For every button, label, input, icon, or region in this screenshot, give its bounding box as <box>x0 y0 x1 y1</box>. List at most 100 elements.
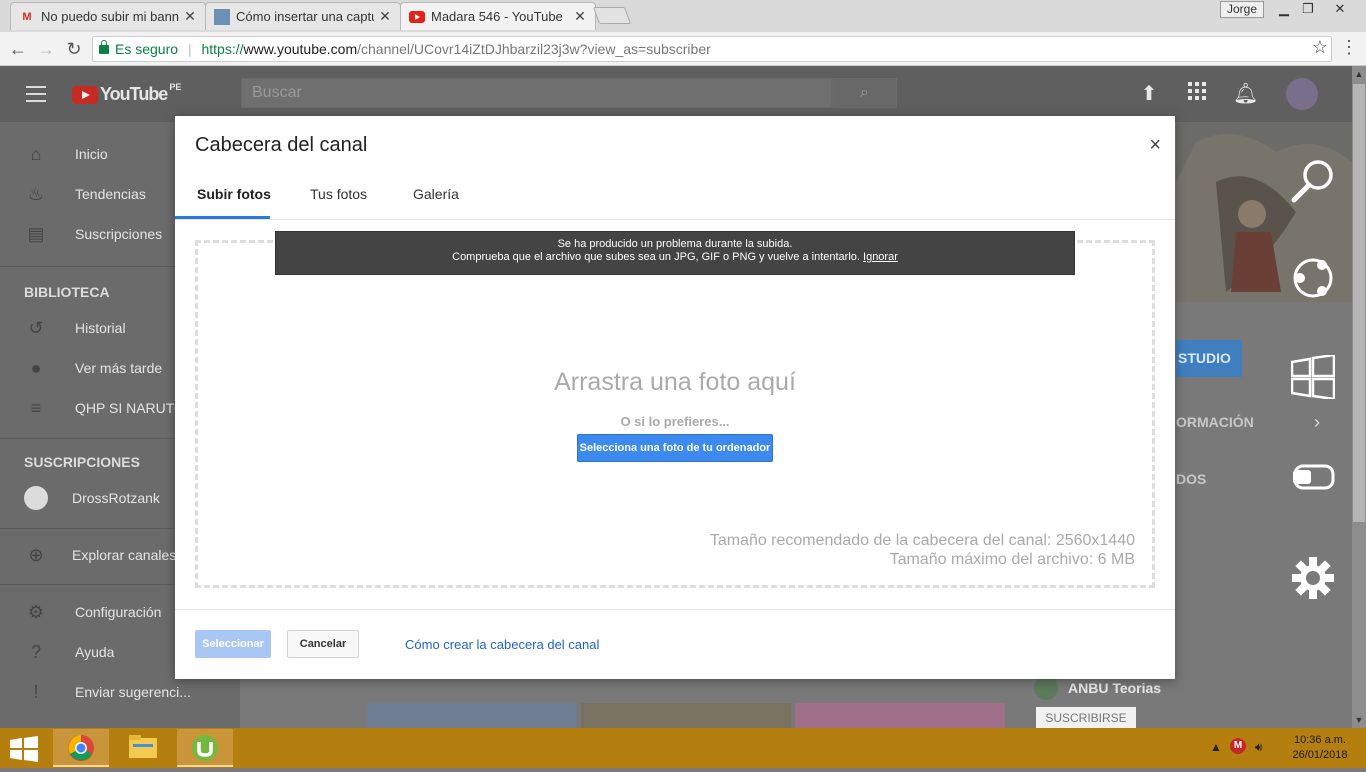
utorrent-taskbar-icon[interactable] <box>177 729 233 767</box>
sidebar-item-label: Configuración <box>75 604 162 620</box>
sidebar-item-label: Ayuda <box>75 644 115 660</box>
bell-icon[interactable]: 🔔︎ <box>1233 82 1258 106</box>
bookmark-star-icon[interactable]: ☆ <box>1312 37 1328 58</box>
windows-icon <box>1290 353 1336 404</box>
sidebar-item-label: Tendencias <box>75 186 146 202</box>
antivirus-tray-icon[interactable]: M <box>1230 738 1246 754</box>
search-button[interactable]: ⌕ <box>832 78 897 108</box>
youtube-logo[interactable]: YouTube PE <box>72 81 182 105</box>
subscriptions-icon: ▤ <box>27 223 45 244</box>
lock-icon <box>99 40 109 54</box>
video-thumbnail[interactable] <box>367 703 577 728</box>
browser-toolbar: ← → ↻ Es seguro | https://www.youtube.co… <box>0 32 1366 66</box>
sidebar-item-label: Historial <box>75 320 126 336</box>
close-window-icon[interactable]: ✕ <box>1326 0 1354 18</box>
tab-subir-fotos[interactable]: Subir fotos <box>197 186 271 202</box>
home-icon: ⌂ <box>30 143 42 164</box>
search-input[interactable]: Buscar <box>241 78 832 108</box>
share-icon <box>1290 255 1336 306</box>
sidebar-item-label: Suscripciones <box>75 226 163 242</box>
related-channel[interactable]: ANBU Teorias <box>1034 676 1161 700</box>
scroll-down-arrow-icon[interactable]: ▼ <box>1352 712 1366 728</box>
youtube-icon <box>409 9 425 25</box>
clock-time: 10:36 a.m. <box>1294 734 1346 746</box>
video-thumbnail[interactable] <box>795 703 1005 728</box>
tab-galeria[interactable]: Galería <box>413 186 459 202</box>
video-thumbnail[interactable] <box>581 703 791 728</box>
clock-icon: ● <box>30 357 42 378</box>
sidebar-section-suscripciones: SUSCRIPCIONES <box>24 454 140 470</box>
scrollbar-thumb[interactable] <box>1353 84 1365 522</box>
reload-icon[interactable]: ↻ <box>62 37 86 61</box>
or-text: O si lo prefieres... <box>620 414 730 429</box>
tab-title: Cómo insertar una captura <box>236 9 374 24</box>
creator-studio-button[interactable]: STUDIO <box>1176 340 1242 377</box>
close-icon[interactable]: ✕ <box>378 8 392 25</box>
volume-icon[interactable]: 🔊︎ <box>1255 740 1263 755</box>
secure-label: Es seguro <box>115 41 179 57</box>
flame-icon: ♨ <box>27 183 45 204</box>
tab-youtube[interactable]: Madara 546 - YouTube ✕ <box>400 2 596 30</box>
error-message-text: Comprueba que el archivo que subes sea u… <box>452 251 860 263</box>
forward-icon[interactable]: → <box>34 37 58 61</box>
youtube-play-icon <box>72 85 98 104</box>
cancel-button[interactable]: Cancelar <box>287 630 359 658</box>
restore-icon[interactable]: ❐ <box>1294 0 1322 18</box>
magnifier-icon <box>1290 158 1336 209</box>
tab-tus-fotos[interactable]: Tus fotos <box>310 186 367 202</box>
tab-captura[interactable]: Cómo insertar una captura ✕ <box>205 2 401 30</box>
error-message-detail: Comprueba que el archivo que subes sea u… <box>276 251 1074 264</box>
recommended-size-text: Tamaño recomendado de la cabecera del ca… <box>709 532 1135 549</box>
help-icon: ? <box>30 641 41 662</box>
search-icon: ⌕ <box>860 84 869 101</box>
address-bar[interactable]: Es seguro | https://www.youtube.com/chan… <box>92 36 1332 62</box>
sidebar-item-label: DrossRotzank <box>72 490 160 506</box>
how-to-create-channel-art-link[interactable]: Cómo crear la cabecera del canal <box>405 637 599 652</box>
tab-divider <box>175 219 1175 220</box>
settings-gear-icon <box>1290 555 1336 606</box>
feedback-icon: ! <box>33 681 39 702</box>
system-clock[interactable]: 10:36 a.m. 26/01/2018 <box>1282 733 1358 763</box>
upload-icon[interactable]: ⬆ <box>1137 82 1161 106</box>
back-icon[interactable]: ← <box>6 37 30 61</box>
sidebar-item-label: Ver más tarde <box>75 360 163 376</box>
country-code: PE <box>169 81 182 92</box>
info-link[interactable]: ORMACIÓN <box>1176 414 1254 430</box>
url-path: /channel/UCovr14iZtDJhbarzil23j3w?view_a… <box>357 41 711 57</box>
sidebar-section-biblioteca: BIBLIOTECA <box>24 284 110 300</box>
profile-button[interactable]: Jorge <box>1220 1 1265 18</box>
ignore-link[interactable]: Ignorar <box>863 251 898 263</box>
user-avatar[interactable] <box>1286 78 1318 110</box>
subscribe-button[interactable]: SUSCRIBIRSE <box>1036 707 1136 729</box>
tab-gmail[interactable]: M No puedo subir mi banner ✕ <box>10 2 206 30</box>
new-tab-button[interactable] <box>592 7 632 24</box>
tray-chevron-up-icon[interactable]: ▲ <box>1210 740 1222 754</box>
channel-avatar <box>1034 676 1058 700</box>
tab-title: Madara 546 - YouTube <box>431 9 563 24</box>
close-icon[interactable]: × <box>1149 134 1161 157</box>
select-photo-from-computer-button[interactable]: Selecciona una foto de tu ordenador <box>577 434 773 462</box>
gmail-icon: M <box>22 10 32 23</box>
drag-photo-text: Arrastra una foto aquí <box>554 368 796 396</box>
windows-start-icon[interactable] <box>10 736 38 762</box>
browser-menu-icon[interactable]: ⋮ <box>1340 37 1358 58</box>
hamburger-menu-icon[interactable] <box>26 86 46 102</box>
close-icon[interactable]: ✕ <box>573 8 587 25</box>
upload-error-banner: Se ha producido un problema durante la s… <box>275 231 1075 275</box>
photo-icon <box>214 8 230 25</box>
select-button[interactable]: Seleccionar <box>195 630 271 658</box>
close-icon[interactable]: ✕ <box>183 8 197 25</box>
chevron-right-icon[interactable]: › <box>1314 412 1320 433</box>
sidebar-item-label: Explorar canales <box>72 547 177 563</box>
chrome-taskbar-icon[interactable] <box>53 729 109 767</box>
dos-link[interactable]: DOS <box>1176 471 1206 487</box>
browser-tab-strip: M No puedo subir mi banner ✕ Cómo insert… <box>0 0 1366 32</box>
toggle-icon <box>1291 460 1335 499</box>
scroll-up-arrow-icon[interactable]: ▲ <box>1352 66 1366 82</box>
youtube-wordmark: YouTube <box>100 84 168 104</box>
url-host: www.youtube.com <box>243 41 358 57</box>
apps-grid-icon[interactable] <box>1185 82 1209 106</box>
channel-avatar <box>24 486 48 510</box>
file-explorer-taskbar-icon[interactable] <box>115 729 171 767</box>
add-circle-icon: ⊕ <box>28 544 44 565</box>
